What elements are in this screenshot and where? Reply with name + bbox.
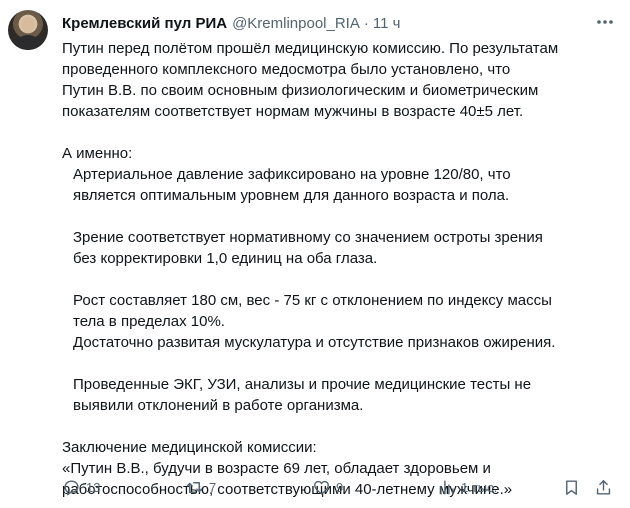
pressure-line: Артериальное давление зафиксировано на у…: [73, 166, 511, 183]
vision-line: Зрение соответствует нормативному со зна…: [73, 229, 543, 246]
views-icon: [440, 479, 454, 495]
share-button[interactable]: [594, 472, 613, 502]
like-button[interactable]: 9: [312, 472, 343, 502]
reply-icon: [64, 479, 79, 495]
repost-count: 7: [209, 479, 217, 495]
like-icon: [314, 480, 329, 495]
avatar[interactable]: [8, 10, 48, 50]
tweet: Кремлевский пул РИА @Kremlinpool_RIA · 1…: [0, 0, 630, 508]
pressure-line: является оптимальным уровнем для данного…: [73, 187, 510, 204]
action-bar: 13 7 9 1 тыс.: [62, 472, 618, 502]
repost-icon: [186, 481, 203, 493]
more-horizontal-icon[interactable]: [592, 11, 618, 33]
intro-line: показателям соответствует нормам мужчины…: [62, 103, 524, 120]
share-icon: [596, 479, 611, 495]
intro-line: проведенного комплексного медосмотра был…: [62, 61, 511, 78]
reply-button[interactable]: 13: [62, 472, 100, 502]
like-count: 9: [336, 479, 344, 495]
author-display-name[interactable]: Кремлевский пул РИА: [62, 15, 227, 32]
vision-line: без корректировки 1,0 единиц на оба глаз…: [73, 250, 378, 267]
bookmark-button[interactable]: [562, 472, 581, 502]
height-weight-line: тела в пределах 10%.: [73, 313, 225, 330]
views-button[interactable]: 1 тыс.: [437, 472, 497, 502]
post-time[interactable]: 11 ч: [373, 15, 401, 32]
height-weight-line: Рост составляет 180 см, вес - 75 кг с от…: [73, 292, 552, 309]
tweet-text: Путин перед полётом прошёл медицинскую к…: [62, 38, 622, 500]
views-count: 1 тыс.: [461, 479, 498, 495]
conclusion-line: Заключение медицинской комиссии:: [62, 439, 317, 456]
list-heading: А именно:: [62, 145, 133, 162]
repost-button[interactable]: 7: [185, 472, 216, 502]
tweet-header: Кремлевский пул РИА @Kremlinpool_RIA · 1…: [62, 11, 620, 35]
intro-line: Путин перед полётом прошёл медицинскую к…: [62, 40, 559, 57]
separator-dot: ·: [363, 14, 369, 32]
reply-count: 13: [86, 479, 101, 495]
height-weight-line: Достаточно развитая мускулатура и отсутс…: [73, 334, 556, 351]
details-list: Артериальное давление зафиксировано на у…: [62, 164, 622, 416]
intro-line: Путин В.В. по своим основным физиологиче…: [62, 82, 539, 99]
bookmark-icon: [566, 479, 577, 495]
tests-line: выявили отклонений в работе организма.: [73, 397, 364, 414]
author-handle[interactable]: @Kremlinpool_RIA: [232, 15, 360, 32]
tests-line: Проведенные ЭКГ, УЗИ, анализы и прочие м…: [73, 376, 532, 393]
